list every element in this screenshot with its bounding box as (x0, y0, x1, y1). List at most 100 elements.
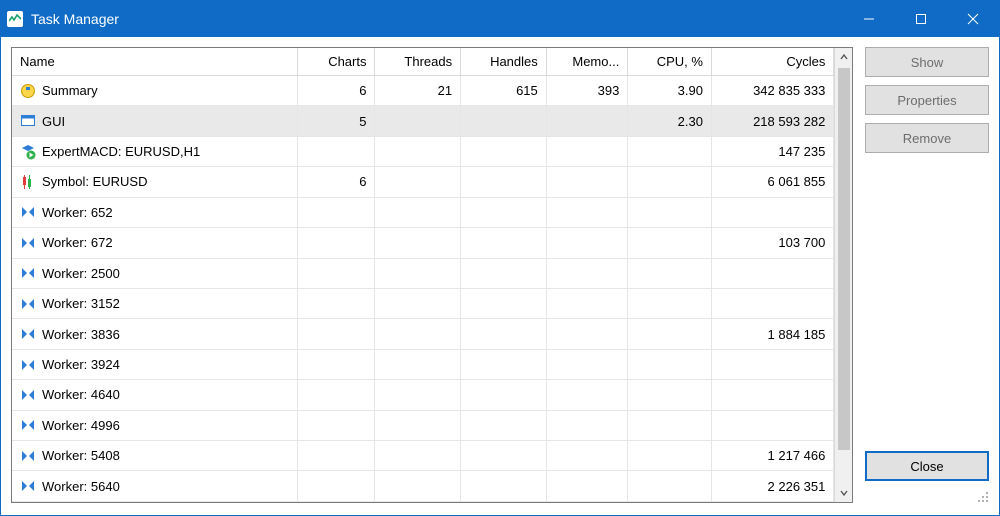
close-button[interactable]: Close (865, 451, 989, 481)
table-row[interactable]: Worker: 3836 1 884 185 (12, 319, 834, 349)
cell-charts (298, 441, 375, 471)
table-row[interactable]: Worker: 4640 (12, 380, 834, 410)
cell-cycles: 2 226 351 (711, 471, 833, 502)
cell-threads (375, 380, 461, 410)
task-manager-window: Task Manager NameChartsThreadsHandlesMem… (0, 0, 1000, 516)
cell-cycles (711, 288, 833, 318)
properties-button[interactable]: Properties (865, 85, 989, 115)
cell-memory (546, 319, 628, 349)
cell-threads (375, 136, 461, 166)
table-row[interactable]: ExpertMACD: EURUSD,H1147 235 (12, 136, 834, 166)
titlebar[interactable]: Task Manager (1, 1, 999, 37)
cell-threads (375, 319, 461, 349)
window-title: Task Manager (31, 11, 119, 27)
remove-button[interactable]: Remove (865, 123, 989, 153)
worker-icon (20, 265, 36, 281)
cell-memory: 393 (546, 76, 628, 106)
show-button[interactable]: Show (865, 47, 989, 77)
cell-cycles (711, 410, 833, 440)
table-row[interactable]: Worker: 56402 226 351 (12, 471, 834, 502)
cell-threads (375, 471, 461, 502)
close-window-button[interactable] (947, 1, 999, 37)
cell-memory (546, 228, 628, 258)
worker-icon (20, 204, 36, 220)
cell-cpu (628, 441, 712, 471)
table-row[interactable]: GUI52.30218 593 282 (12, 106, 834, 136)
cell-threads (375, 349, 461, 379)
table-row[interactable]: Symbol: EURUSD66 061 855 (12, 167, 834, 197)
worker-icon (20, 326, 36, 342)
row-name-label: Worker: 3924 (42, 357, 120, 372)
cell-handles (461, 441, 547, 471)
summary-icon (20, 83, 36, 99)
cell-charts (298, 319, 375, 349)
cell-handles (461, 197, 547, 227)
cell-charts: 6 (298, 76, 375, 106)
cell-charts (298, 380, 375, 410)
table-row[interactable]: Worker: 672 103 700 (12, 228, 834, 258)
row-name-label: Worker: 5408 (42, 448, 120, 463)
cell-handles (461, 380, 547, 410)
cell-cpu (628, 380, 712, 410)
cell-cpu (628, 167, 712, 197)
cell-threads (375, 167, 461, 197)
worker-icon (20, 478, 36, 494)
cell-charts (298, 349, 375, 379)
cell-charts (298, 136, 375, 166)
column-header-threads[interactable]: Threads (375, 48, 461, 76)
cell-cycles: 1 884 185 (711, 319, 833, 349)
scroll-down-icon[interactable] (835, 484, 852, 502)
row-name-label: Worker: 3836 (42, 327, 120, 342)
row-name-label: Summary (42, 83, 98, 98)
worker-icon (20, 235, 36, 251)
worker-icon (20, 387, 36, 403)
gui-icon (20, 113, 36, 129)
cell-threads (375, 441, 461, 471)
cell-cycles (711, 258, 833, 288)
table-row[interactable]: Worker: 652 (12, 197, 834, 227)
cell-threads (375, 228, 461, 258)
cell-memory (546, 441, 628, 471)
cell-cpu (628, 288, 712, 318)
column-header-memory[interactable]: Memo... (546, 48, 628, 76)
table-row[interactable]: Worker: 3152 (12, 288, 834, 318)
column-header-cpu[interactable]: CPU, % (628, 48, 712, 76)
cell-handles (461, 167, 547, 197)
cell-charts (298, 197, 375, 227)
scroll-thumb[interactable] (838, 68, 850, 450)
cell-threads (375, 106, 461, 136)
cell-cpu (628, 410, 712, 440)
cell-cycles (711, 197, 833, 227)
maximize-button[interactable] (895, 1, 947, 37)
expert-icon (20, 144, 36, 160)
cell-threads (375, 258, 461, 288)
table-row[interactable]: Summary6216153933.90342 835 333 (12, 76, 834, 106)
vertical-scrollbar[interactable] (834, 48, 852, 502)
column-header-name[interactable]: Name (12, 48, 298, 76)
table-row[interactable]: Worker: 54081 217 466 (12, 441, 834, 471)
scroll-up-icon[interactable] (835, 48, 852, 66)
cell-memory (546, 410, 628, 440)
cell-memory (546, 258, 628, 288)
cell-cycles: 103 700 (711, 228, 833, 258)
cell-charts (298, 288, 375, 318)
table-row[interactable]: Worker: 4996 (12, 410, 834, 440)
cell-handles: 615 (461, 76, 547, 106)
table-row[interactable]: Worker: 2500 (12, 258, 834, 288)
cell-cpu: 3.90 (628, 76, 712, 106)
cell-threads (375, 410, 461, 440)
column-header-cycles[interactable]: Cycles (711, 48, 833, 76)
table-row[interactable]: Worker: 3924 (12, 349, 834, 379)
resize-grip-icon[interactable] (975, 489, 989, 503)
cell-handles (461, 228, 547, 258)
worker-icon (20, 357, 36, 373)
column-header-charts[interactable]: Charts (298, 48, 375, 76)
minimize-button[interactable] (843, 1, 895, 37)
cell-handles (461, 349, 547, 379)
column-header-handles[interactable]: Handles (461, 48, 547, 76)
cell-threads: 21 (375, 76, 461, 106)
cell-handles (461, 288, 547, 318)
row-name-label: GUI (42, 114, 65, 129)
cell-threads (375, 288, 461, 318)
row-name-label: Worker: 672 (42, 235, 113, 250)
